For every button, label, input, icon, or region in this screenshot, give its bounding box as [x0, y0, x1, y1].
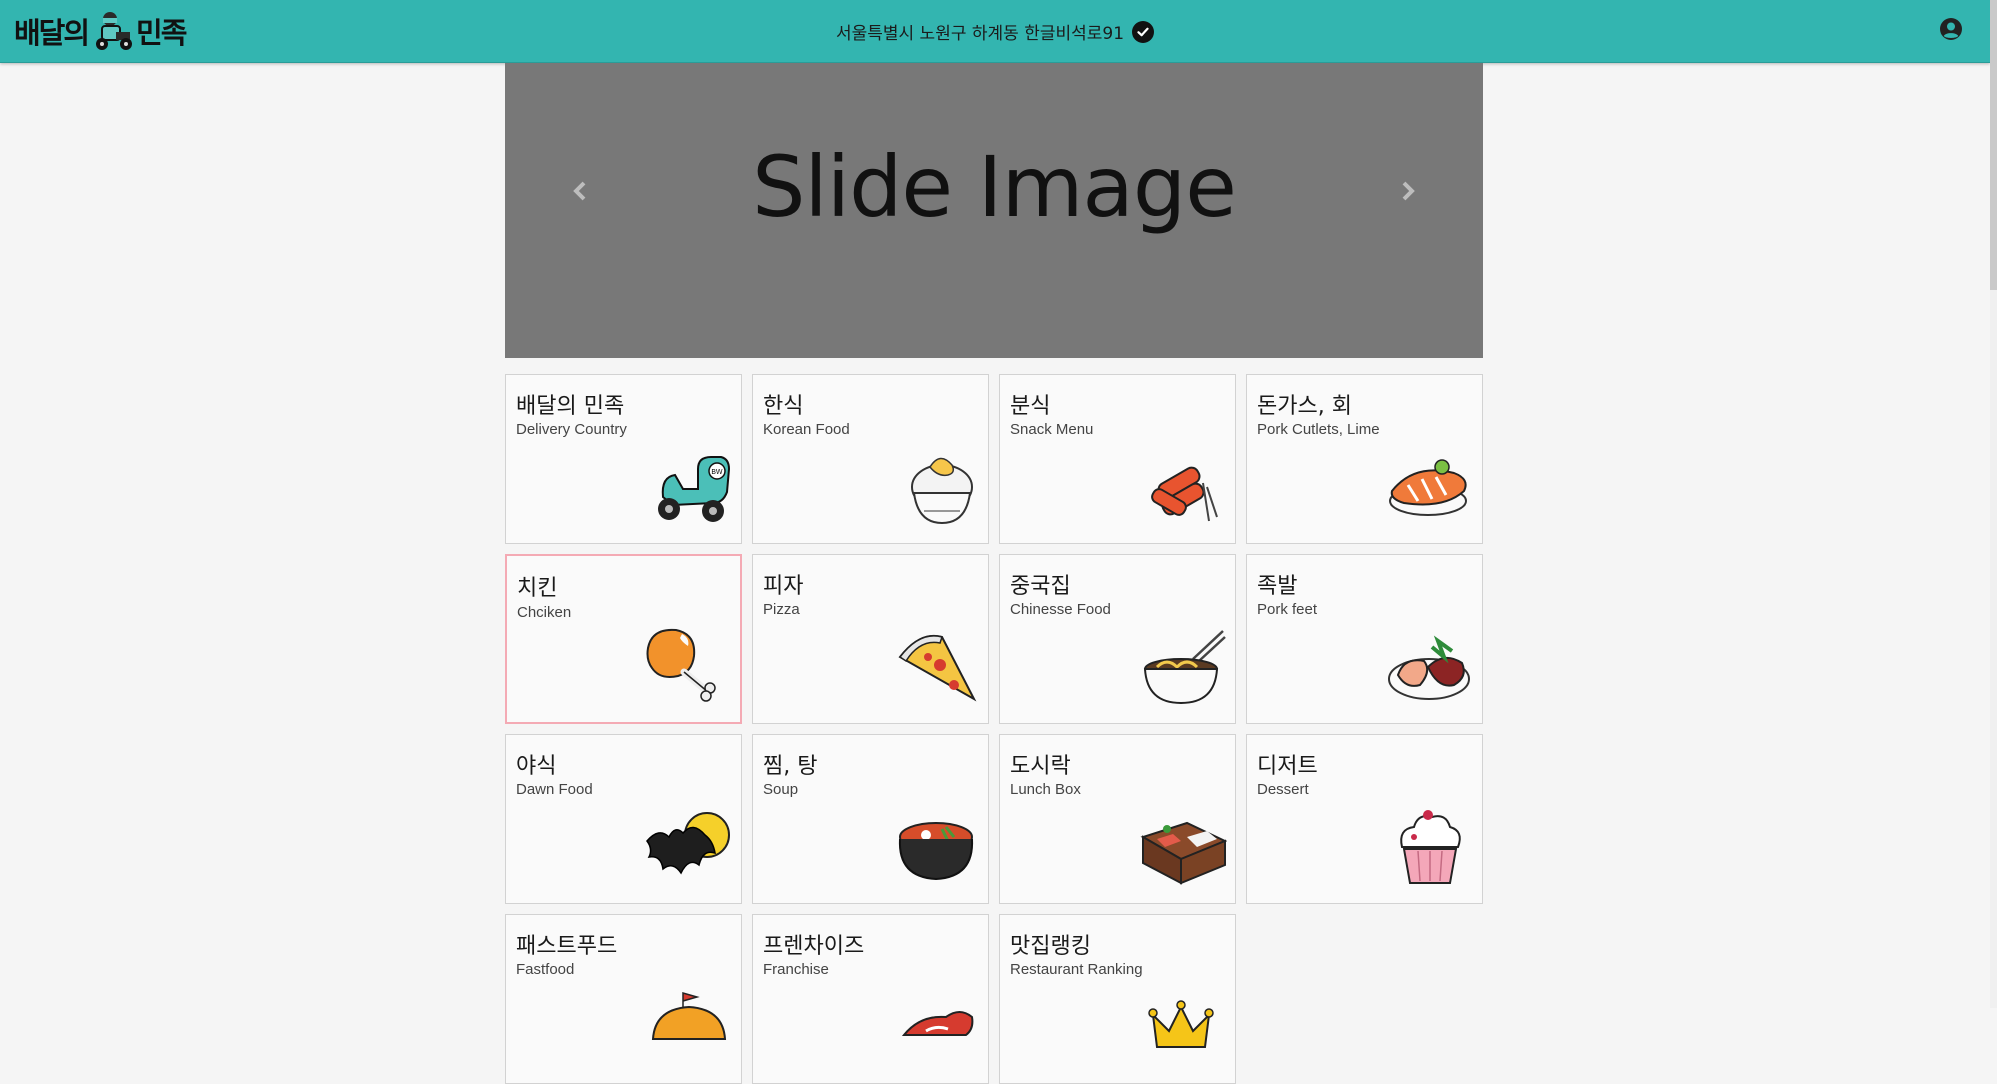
- category-subtitle: Pizza: [763, 601, 800, 618]
- category-card-korean[interactable]: 한식 Korean Food: [752, 374, 989, 544]
- slide-prev-button[interactable]: [565, 176, 595, 206]
- category-subtitle: Soup: [763, 781, 799, 798]
- category-card-lunchbox[interactable]: 도시락 Lunch Box: [999, 734, 1236, 904]
- category-card-ranking[interactable]: 맛집랭킹 Restaurant Ranking: [999, 914, 1236, 1084]
- category-subtitle: Korean Food: [763, 421, 850, 438]
- category-subtitle: Pork feet: [1257, 601, 1318, 618]
- category-card-porkfeet[interactable]: 족발 Pork feet: [1246, 554, 1483, 724]
- cupcake-icon: [1400, 810, 1461, 884]
- category-title: 분식: [1010, 394, 1051, 419]
- category-subtitle: Restaurant Ranking: [1010, 961, 1143, 978]
- category-title: 배달의 민족: [516, 394, 625, 419]
- check-circle-icon: [1132, 20, 1155, 43]
- category-title: 한식: [763, 394, 804, 419]
- category-card-chicken[interactable]: 치킨 Chciken: [505, 554, 742, 724]
- category-card-fastfood[interactable]: 패스트푸드 Fastfood: [505, 914, 742, 1084]
- category-card-franchise[interactable]: 프렌차이즈 Franchise: [752, 914, 989, 1084]
- noodle-bowl-icon: [1143, 630, 1226, 705]
- category-card-chinese[interactable]: 중국집 Chinesse Food: [999, 554, 1236, 724]
- category-title: 디저트: [1257, 754, 1318, 779]
- category-card-snack[interactable]: 분식 Snack Menu: [999, 374, 1236, 544]
- bat-moon-icon: [646, 812, 730, 875]
- category-title: 도시락: [1010, 754, 1071, 779]
- category-title: 족발: [1257, 574, 1298, 599]
- burger-icon: [651, 992, 727, 1040]
- category-title: 찜, 탕: [763, 754, 818, 779]
- address-text: 서울특별시 노원구 하계동 한글비석로91: [835, 24, 1125, 44]
- slide-image-text: Slide Image: [752, 138, 1237, 236]
- crown-icon: [1148, 1000, 1214, 1048]
- category-title: 피자: [763, 574, 804, 599]
- category-title: 중국집: [1010, 574, 1071, 599]
- category-subtitle: Pork Cutlets, Lime: [1257, 421, 1380, 438]
- user-account-icon[interactable]: [1939, 17, 1963, 41]
- chevron-right-icon: [1402, 181, 1415, 201]
- category-card-delivery[interactable]: 배달의 민족 Delivery Country BW: [505, 374, 742, 544]
- scrollbar-thumb[interactable]: [1990, 0, 1997, 290]
- svg-text:BW: BW: [711, 468, 723, 476]
- banner-slider: Slide Image: [505, 63, 1483, 358]
- category-title: 프렌차이즈: [763, 934, 865, 959]
- category-title: 치킨: [517, 576, 558, 601]
- chicken-leg-icon: [646, 628, 716, 702]
- category-subtitle: Franchise: [763, 961, 829, 978]
- slide-next-button[interactable]: [1393, 176, 1423, 206]
- category-subtitle: Lunch Box: [1010, 781, 1081, 798]
- category-title: 야식: [516, 754, 557, 779]
- delivery-address[interactable]: 서울특별시 노원구 하계동 한글비석로91: [0, 19, 1990, 44]
- category-grid: 배달의 민족 Delivery Country BW 한식 Korean Foo…: [505, 374, 1483, 1084]
- chevron-left-icon: [573, 181, 586, 201]
- category-card-cutlet[interactable]: 돈가스, 회 Pork Cutlets, Lime: [1246, 374, 1483, 544]
- page-scrollbar[interactable]: [1990, 0, 1997, 1008]
- pork-feet-icon: [1388, 635, 1470, 700]
- category-subtitle: Dessert: [1257, 781, 1309, 798]
- category-subtitle: Snack Menu: [1010, 421, 1094, 438]
- category-subtitle: Chciken: [517, 604, 572, 621]
- category-title: 돈가스, 회: [1257, 394, 1352, 419]
- franchise-hat-icon: [901, 1011, 974, 1036]
- category-card-nightfood[interactable]: 야식 Dawn Food: [505, 734, 742, 904]
- sushi-icon: [1389, 459, 1467, 516]
- category-subtitle: Fastfood: [516, 961, 575, 978]
- category-title: 맛집랭킹: [1010, 934, 1091, 959]
- scooter-icon: BW: [658, 456, 731, 522]
- rice-bowl-icon: [911, 457, 973, 525]
- category-card-dessert[interactable]: 디저트 Dessert: [1246, 734, 1483, 904]
- lunch-box-icon: [1140, 821, 1227, 885]
- stew-pot-icon: [898, 822, 974, 881]
- tteokbokki-icon: [1151, 466, 1218, 522]
- category-subtitle: Chinesse Food: [1010, 601, 1111, 618]
- category-title: 패스트푸드: [516, 934, 618, 959]
- pizza-slice-icon: [898, 635, 977, 702]
- category-card-pizza[interactable]: 피자 Pizza: [752, 554, 989, 724]
- category-card-soup[interactable]: 찜, 탕 Soup: [752, 734, 989, 904]
- top-header: 배달의 민족 서울특별시 노원구 하계동 한글비석로91: [0, 0, 1990, 63]
- category-subtitle: Delivery Country: [516, 421, 627, 438]
- category-subtitle: Dawn Food: [516, 781, 593, 798]
